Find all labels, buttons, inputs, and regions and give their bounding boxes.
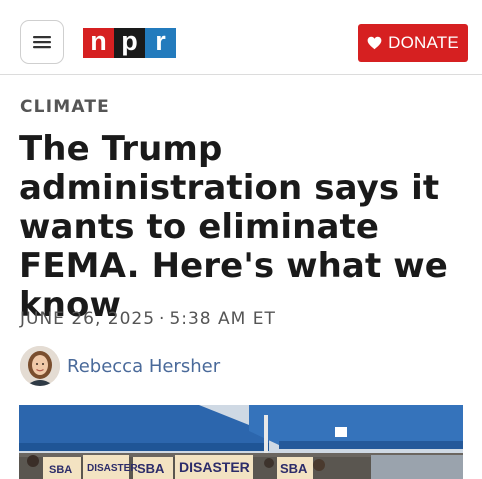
author-photo (20, 346, 60, 386)
logo-letter-p: p (114, 26, 145, 58)
sign-text: SBA (137, 461, 165, 476)
article-hero-image: SBA DISASTER SBA DISASTER SBA (19, 405, 463, 479)
sign-text: SBA (49, 464, 72, 476)
site-header: n p r DONATE (0, 0, 482, 75)
sign-text: DISASTER (87, 463, 138, 474)
dateline-separator: · (159, 309, 166, 329)
dateline: JUNE 26, 2025 · 5:38 AM ET (20, 309, 276, 329)
byline: Rebecca Hersher (20, 345, 220, 387)
publish-time: 5:38 AM ET (169, 309, 276, 329)
sign-text: DISASTER (179, 459, 250, 475)
hamburger-icon (33, 36, 51, 49)
logo-letter-r: r (145, 26, 176, 58)
section-label[interactable]: CLIMATE (20, 97, 110, 117)
donate-label: DONATE (388, 33, 459, 52)
publish-date: JUNE 26, 2025 (20, 309, 156, 329)
heart-icon (367, 36, 382, 50)
article-headline: The Trump administration says it wants t… (19, 129, 448, 325)
npr-logo[interactable]: n p r (83, 26, 176, 58)
donate-button[interactable]: DONATE (358, 24, 468, 62)
author-name[interactable]: Rebecca Hersher (67, 356, 220, 377)
sign-text: SBA (280, 461, 308, 476)
menu-button[interactable] (20, 20, 64, 64)
logo-letter-n: n (83, 26, 114, 58)
author-avatar[interactable] (20, 346, 60, 386)
